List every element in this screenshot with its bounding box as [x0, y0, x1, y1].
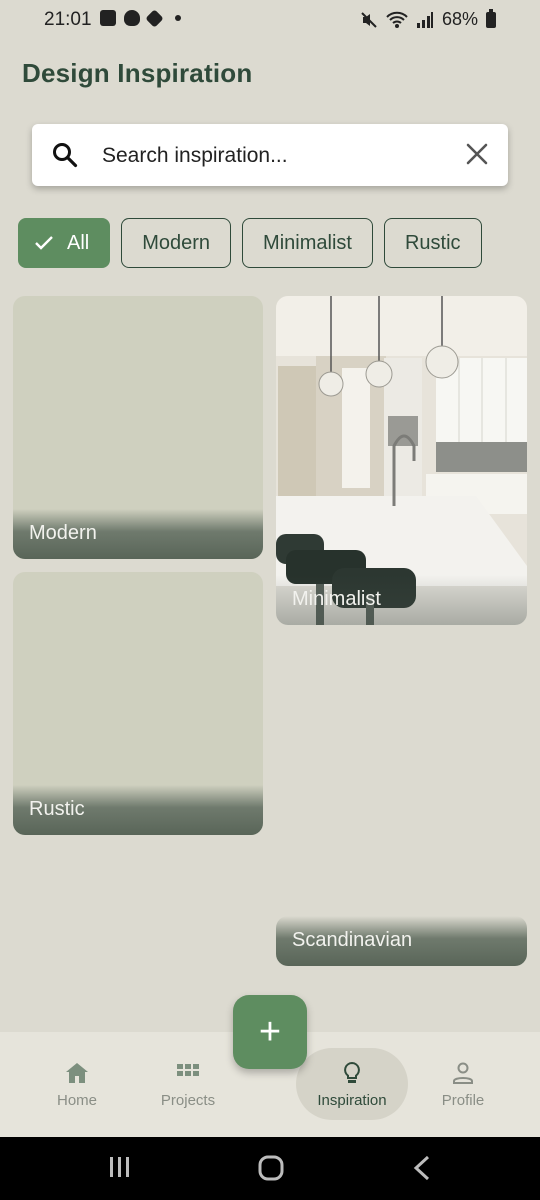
nav-item-projects[interactable]: Projects: [128, 1032, 248, 1109]
wifi-icon: [386, 11, 408, 28]
person-icon: [453, 1062, 473, 1084]
search-input[interactable]: [100, 138, 444, 174]
nav-label: Inspiration: [317, 1092, 387, 1109]
nav-label: Profile: [441, 1092, 485, 1109]
notification-dot-icon: [175, 15, 181, 21]
page-title: Design Inspiration: [22, 58, 253, 88]
check-icon: [35, 236, 53, 250]
grid-icon: [177, 1064, 199, 1076]
status-system-icons: 68%: [360, 8, 496, 30]
filter-chip-label: Rustic: [404, 231, 461, 254]
card-label: Scandinavian: [292, 929, 413, 951]
card-label: Rustic: [29, 798, 85, 820]
mute-icon: [361, 11, 377, 28]
nav-item-inspiration[interactable]: Inspiration: [292, 1032, 412, 1109]
inspiration-card-scandinavian[interactable]: Scandinavian: [276, 916, 527, 966]
nav-item-home[interactable]: Home: [17, 1032, 137, 1109]
nav-label: Projects: [160, 1092, 216, 1109]
home-button-icon[interactable]: [258, 1155, 284, 1181]
nav-label: Home: [56, 1092, 97, 1109]
filter-chips: All Modern Minimalist Rustic: [18, 218, 482, 268]
add-fab-button[interactable]: +: [233, 995, 307, 1069]
filter-chip-all[interactable]: All: [18, 218, 111, 268]
filter-chip-label: Modern: [142, 231, 211, 254]
nav-item-profile[interactable]: Profile: [403, 1032, 523, 1109]
lightbulb-icon: [344, 1062, 360, 1083]
inspiration-card-rustic[interactable]: Rustic: [13, 572, 263, 835]
search-bar: [32, 124, 508, 186]
filter-chip-label: Minimalist: [263, 231, 352, 254]
card-label: Minimalist: [292, 588, 381, 610]
plus-icon: +: [258, 1010, 282, 1053]
filter-chip-minimalist[interactable]: Minimalist: [242, 218, 373, 268]
card-label: Modern: [29, 522, 97, 544]
status-time: 21:01: [44, 9, 92, 30]
inspiration-card-minimalist[interactable]: Minimalist: [276, 296, 527, 625]
snapchat-icon: [124, 10, 140, 26]
system-navigation-bar: [0, 1137, 540, 1200]
home-icon: [66, 1063, 88, 1083]
search-icon: [53, 143, 78, 168]
filter-chip-rustic[interactable]: Rustic: [383, 218, 482, 268]
recent-apps-icon[interactable]: [108, 1155, 132, 1179]
filter-chip-label: All: [67, 231, 90, 254]
status-notification-icons: [100, 8, 181, 28]
battery-percent: 68%: [441, 9, 478, 29]
tag-icon: [145, 8, 164, 28]
image-icon: [100, 10, 116, 26]
filter-chip-modern[interactable]: Modern: [121, 218, 232, 268]
battery-icon: [486, 8, 496, 28]
inspiration-card-modern[interactable]: Modern: [13, 296, 263, 559]
clear-search-icon[interactable]: [466, 143, 488, 165]
signal-icon: [416, 11, 433, 28]
back-icon[interactable]: [412, 1155, 432, 1181]
status-bar: 21:01 68%: [0, 0, 540, 40]
